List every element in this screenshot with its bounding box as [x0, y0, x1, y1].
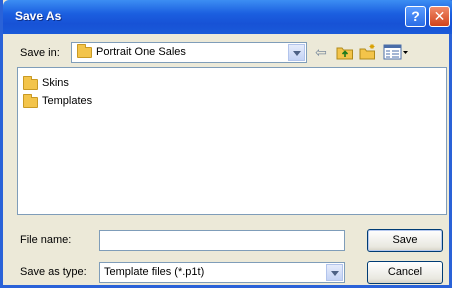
- save-as-type-label: Save as type:: [20, 266, 87, 278]
- save-as-type-dropdown[interactable]: Template files (*.p1t): [99, 262, 345, 283]
- file-list[interactable]: Skins Templates: [17, 67, 447, 215]
- file-name-input[interactable]: [99, 230, 345, 251]
- cancel-button[interactable]: Cancel: [367, 261, 443, 284]
- title-bar[interactable]: Save As ? ✕: [3, 0, 452, 34]
- save-in-dropdown[interactable]: Portrait One Sales: [71, 42, 307, 63]
- save-in-value: Portrait One Sales: [96, 46, 186, 58]
- save-in-label: Save in:: [20, 47, 60, 59]
- list-item-label: Templates: [42, 95, 93, 107]
- chevron-down-icon[interactable]: [288, 44, 305, 61]
- up-folder-icon[interactable]: [336, 43, 354, 61]
- file-name-label: File name:: [20, 234, 72, 246]
- folder-icon: [23, 94, 38, 108]
- help-button[interactable]: ?: [405, 6, 426, 27]
- save-as-dialog: Save As ? ✕ Save in: Portrait One Sales …: [0, 0, 452, 288]
- folder-icon: [23, 76, 38, 90]
- back-arrow-icon[interactable]: ⇦: [315, 43, 331, 61]
- new-folder-icon[interactable]: [359, 43, 377, 61]
- close-button[interactable]: ✕: [429, 6, 450, 27]
- list-item-label: Skins: [42, 77, 69, 89]
- chevron-down-icon[interactable]: [326, 264, 343, 281]
- dialog-title: Save As: [15, 9, 62, 23]
- folder-icon: [77, 44, 92, 58]
- save-as-type-value: Template files (*.p1t): [104, 266, 205, 278]
- save-button[interactable]: Save: [367, 229, 443, 252]
- views-menu-icon[interactable]: [383, 43, 409, 61]
